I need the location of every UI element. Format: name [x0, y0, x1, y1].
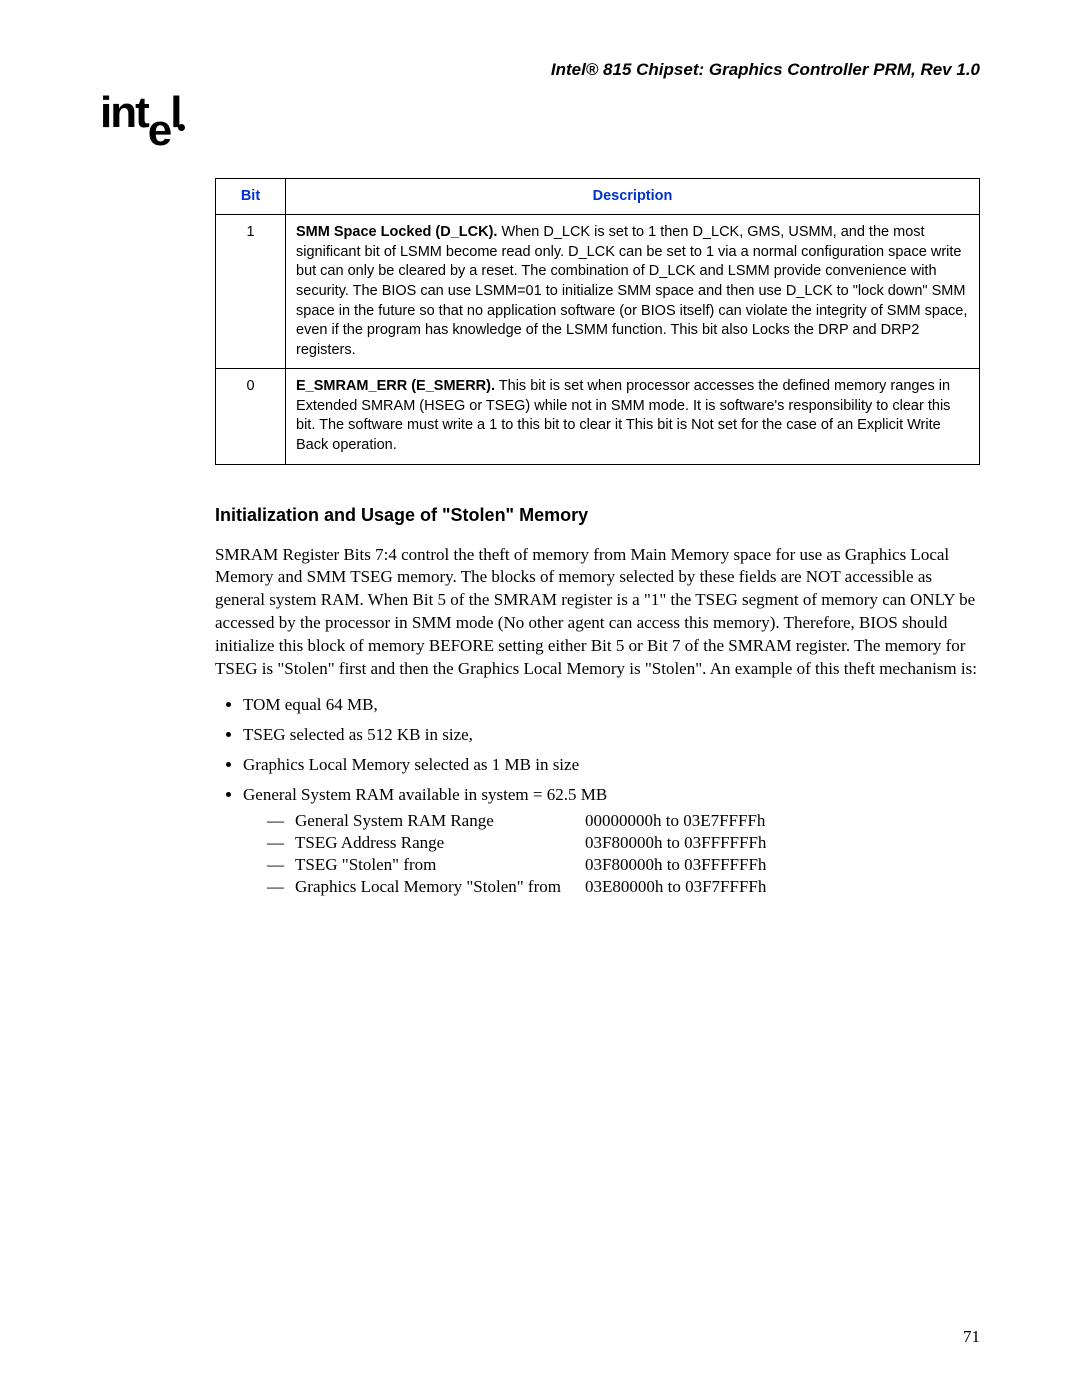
desc-strong: E_SMRAM_ERR (E_SMERR).	[296, 378, 495, 394]
sub-value: 00000000h to 03E7FFFFh	[585, 811, 980, 831]
bullet-list: TOM equal 64 MB, TSEG selected as 512 KB…	[243, 695, 980, 897]
page-container: Intel® 815 Chipset: Graphics Controller …	[0, 0, 1080, 1397]
bit-description-table: Bit Description 1 SMM Space Locked (D_LC…	[215, 178, 980, 465]
bit-cell: 1	[216, 215, 286, 369]
sub-label: TSEG "Stolen" from	[295, 855, 585, 875]
bit-cell: 0	[216, 369, 286, 464]
list-item: TOM equal 64 MB,	[243, 695, 980, 715]
list-item: TSEG selected as 512 KB in size,	[243, 725, 980, 745]
sub-label: Graphics Local Memory "Stolen" from	[295, 877, 585, 897]
intel-logo: intel	[100, 88, 980, 148]
dash-icon: —	[267, 811, 295, 831]
desc-strong: SMM Space Locked (D_LCK).	[296, 224, 497, 240]
sub-value: 03E80000h to 03F7FFFFh	[585, 877, 980, 897]
list-item: General System RAM available in system =…	[243, 785, 980, 897]
sub-list-item: — General System RAM Range 00000000h to …	[267, 811, 980, 831]
list-item-text: General System RAM available in system =…	[243, 785, 607, 804]
list-item: Graphics Local Memory selected as 1 MB i…	[243, 755, 980, 775]
sub-list-item: — TSEG "Stolen" from 03F80000h to 03FFFF…	[267, 855, 980, 875]
page-number: 71	[963, 1327, 980, 1347]
sub-list-item: — TSEG Address Range 03F80000h to 03FFFF…	[267, 833, 980, 853]
dash-icon: —	[267, 877, 295, 897]
table-header-description: Description	[286, 178, 980, 215]
section-paragraph: SMRAM Register Bits 7:4 control the thef…	[215, 544, 980, 682]
sub-label: TSEG Address Range	[295, 833, 585, 853]
dash-icon: —	[267, 833, 295, 853]
sub-value: 03F80000h to 03FFFFFFh	[585, 855, 980, 875]
sub-list: — General System RAM Range 00000000h to …	[267, 811, 980, 897]
dash-icon: —	[267, 855, 295, 875]
section-heading: Initialization and Usage of "Stolen" Mem…	[215, 505, 980, 526]
table-row: 0 E_SMRAM_ERR (E_SMERR). This bit is set…	[216, 369, 980, 464]
table-row: 1 SMM Space Locked (D_LCK). When D_LCK i…	[216, 215, 980, 369]
content-body: Bit Description 1 SMM Space Locked (D_LC…	[215, 178, 980, 897]
sub-list-item: — Graphics Local Memory "Stolen" from 03…	[267, 877, 980, 897]
desc-text: When D_LCK is set to 1 then D_LCK, GMS, …	[296, 224, 967, 357]
sub-label: General System RAM Range	[295, 811, 585, 831]
desc-cell: SMM Space Locked (D_LCK). When D_LCK is …	[286, 215, 980, 369]
table-header-bit: Bit	[216, 178, 286, 215]
document-header-title: Intel® 815 Chipset: Graphics Controller …	[100, 60, 980, 80]
sub-value: 03F80000h to 03FFFFFFh	[585, 833, 980, 853]
desc-cell: E_SMRAM_ERR (E_SMERR). This bit is set w…	[286, 369, 980, 464]
